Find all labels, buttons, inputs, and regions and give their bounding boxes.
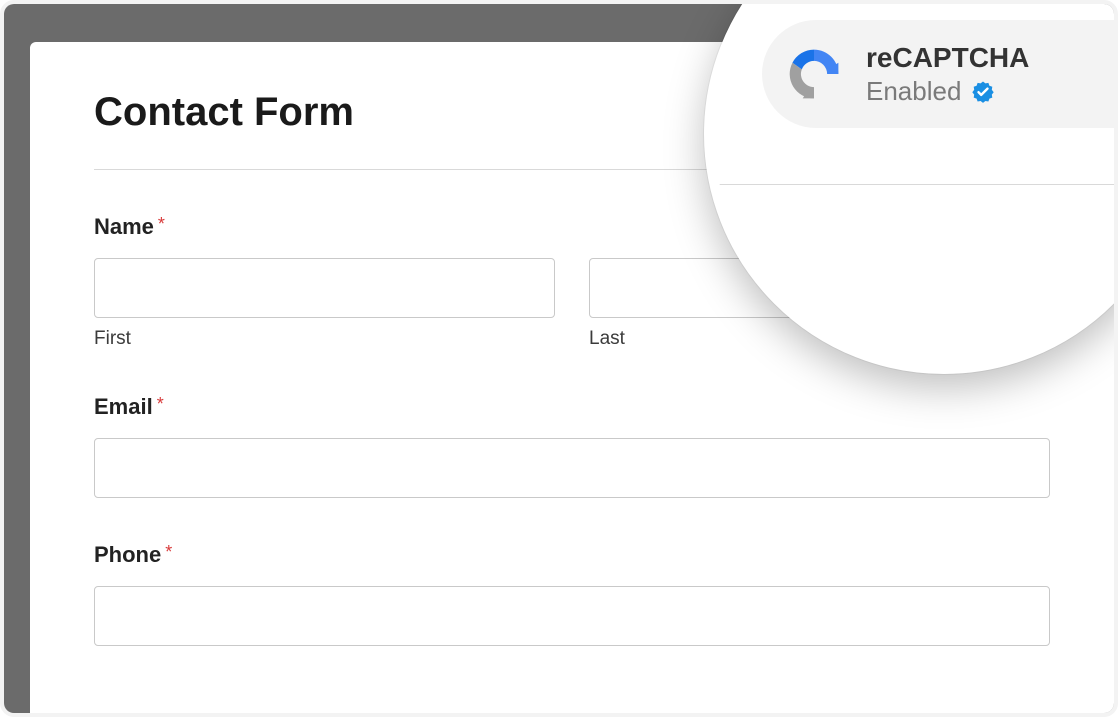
phone-field-block: Phone* [94,542,1050,646]
phone-label: Phone [94,542,161,568]
recaptcha-icon [784,44,844,104]
email-label: Email [94,394,153,420]
recaptcha-status-text: Enabled [866,75,961,108]
window-chrome-bg: Contact Form Name* First Last [4,4,1114,713]
name-label: Name [94,214,154,240]
recaptcha-title: reCAPTCHA [866,40,1029,75]
email-input[interactable] [94,438,1050,498]
outer-frame: Contact Form Name* First Last [0,0,1118,717]
recaptcha-status-pill: reCAPTCHA Enabled [762,20,1118,128]
first-name-sublabel: First [94,328,555,350]
required-indicator: * [158,214,165,234]
phone-input[interactable] [94,586,1050,646]
first-name-input[interactable] [94,258,555,318]
email-field-block: Email* [94,394,1050,498]
magnifier-divider [714,184,1118,185]
verified-badge-icon [971,80,995,104]
required-indicator: * [165,542,172,562]
required-indicator: * [157,394,164,414]
